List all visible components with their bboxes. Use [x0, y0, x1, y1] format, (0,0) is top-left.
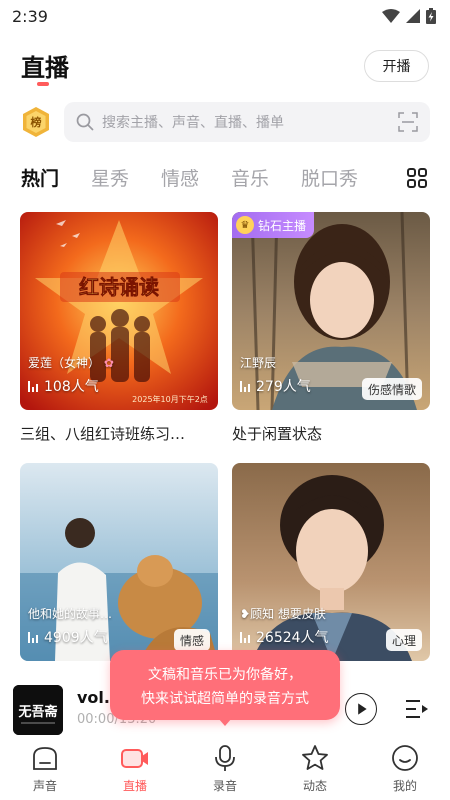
nav-label: 录音 [212, 779, 237, 793]
ranking-badge-icon[interactable]: 榜 [22, 106, 50, 138]
grid-menu-icon[interactable] [407, 168, 427, 188]
category-tabs: 热门 星秀 情感 音乐 脱口秀 [0, 160, 450, 196]
card-caption[interactable]: 处于闲置状态 [232, 423, 322, 444]
tab-star-show[interactable]: 星秀 [91, 164, 129, 191]
star-icon [302, 745, 328, 770]
search-input[interactable]: 搜索主播、声音、直播、播单 [64, 102, 430, 142]
category-tag: 伤感情歌 [361, 378, 422, 400]
go-live-button[interactable]: 开播 [364, 50, 429, 82]
page-title: 直播 [21, 54, 69, 82]
status-icons [382, 8, 436, 24]
header: 直播 开播 [0, 42, 450, 92]
flower-icon: ✿ [103, 356, 114, 370]
tab-talk-show[interactable]: 脱口秀 [301, 164, 358, 191]
home-icon [33, 747, 57, 770]
popularity-bars-icon [28, 380, 38, 392]
nav-label: 动态 [302, 779, 327, 793]
ranking-badge-text: 榜 [31, 115, 42, 129]
crown-icon: ♛ [236, 216, 254, 234]
diamond-anchor-badge: ♛ 钻石主播 [232, 212, 315, 238]
popularity-count: 4909人气 [44, 630, 108, 646]
anchor-name: 他和她的故事… [28, 607, 113, 621]
nav-item-live[interactable]: 直播 [90, 740, 180, 800]
wifi-icon [382, 9, 400, 23]
cover-art: 无吾斋 [13, 685, 63, 735]
bottom-nav: 声音 直播 录音 动态 我的 [0, 740, 450, 800]
microphone-icon [215, 745, 235, 771]
category-tag: 情感 [173, 629, 210, 651]
popularity-count: 279人气 [256, 379, 311, 395]
play-button[interactable] [345, 693, 377, 725]
title-underline [37, 82, 49, 86]
popularity-count: 26524人气 [256, 630, 329, 646]
tab-music[interactable]: 音乐 [231, 164, 269, 191]
anchor-name: 爱莲（女神） ✿ [28, 354, 114, 371]
search-placeholder: 搜索主播、声音、直播、播单 [102, 115, 284, 131]
tooltip-line-1: 文稿和音乐已为你备好， [148, 667, 302, 683]
playlist-icon[interactable] [405, 698, 429, 720]
play-icon [358, 703, 367, 715]
anchor-name-text: 顾知 想要皮肤 [250, 607, 326, 621]
popularity-bars-icon [240, 631, 250, 643]
live-card[interactable]: 红诗诵读 2025年10月下午2点 爱莲（女神） ✿ 108人气 [20, 212, 218, 410]
nav-item-me[interactable]: 我的 [360, 740, 450, 800]
nav-item-feed[interactable]: 动态 [270, 740, 360, 800]
popularity: 26524人气 [240, 627, 329, 647]
scan-icon[interactable] [398, 112, 418, 132]
live-card[interactable]: ❥顾知 想要皮肤 26524人气 心理 [232, 463, 430, 661]
tooltip-arrow [218, 718, 232, 726]
profile-icon [392, 745, 418, 771]
nav-label: 声音 [32, 779, 57, 793]
status-time: 2:39 [12, 6, 48, 26]
cover-art-text: 无吾斋 [17, 704, 58, 720]
nav-label: 直播 [122, 779, 147, 793]
nav-label: 我的 [392, 779, 417, 793]
card-date-text: 2025年10月下午2点 [132, 394, 208, 404]
nav-item-sound[interactable]: 声音 [0, 740, 90, 800]
live-camera-icon [121, 749, 148, 768]
popularity: 4909人气 [28, 627, 108, 647]
card-caption[interactable]: 三组、八组红诗班练习… [20, 423, 185, 444]
search-icon [76, 113, 94, 131]
tab-hot[interactable]: 热门 [21, 164, 59, 191]
signal-icon [406, 9, 420, 23]
live-card[interactable]: 他和她的故事… 4909人气 情感 [20, 463, 218, 661]
search-row: 榜 搜索主播、声音、直播、播单 [0, 102, 450, 142]
popularity-bars-icon [28, 631, 38, 643]
popularity: 279人气 [240, 376, 311, 396]
battery-icon [426, 8, 436, 24]
popularity: 108人气 [28, 376, 99, 396]
tab-emotion[interactable]: 情感 [161, 164, 199, 191]
recording-tip-tooltip[interactable]: 文稿和音乐已为你备好， 快来试试超简单的录音方式 [110, 650, 340, 726]
player-cover-image[interactable]: 无吾斋 [13, 685, 63, 735]
heart-icon: ❥ [240, 607, 251, 621]
badge-label: 钻石主播 [258, 218, 307, 233]
card-art-title: 红诗诵读 [79, 275, 159, 299]
anchor-name: 江野辰 [240, 356, 277, 370]
live-card[interactable]: ♛ 钻石主播 江野辰 279人气 伤感情歌 [232, 212, 430, 410]
status-bar: 2:39 [0, 0, 450, 32]
nav-item-record[interactable]: 录音 [180, 740, 270, 800]
category-tag: 心理 [385, 629, 422, 651]
anchor-name: ❥顾知 想要皮肤 [240, 605, 326, 622]
popularity-bars-icon [240, 380, 250, 392]
popularity-count: 108人气 [44, 379, 99, 395]
tooltip-line-2: 快来试试超简单的录音方式 [141, 691, 309, 707]
anchor-name-text: 爱莲（女神） [28, 356, 101, 370]
